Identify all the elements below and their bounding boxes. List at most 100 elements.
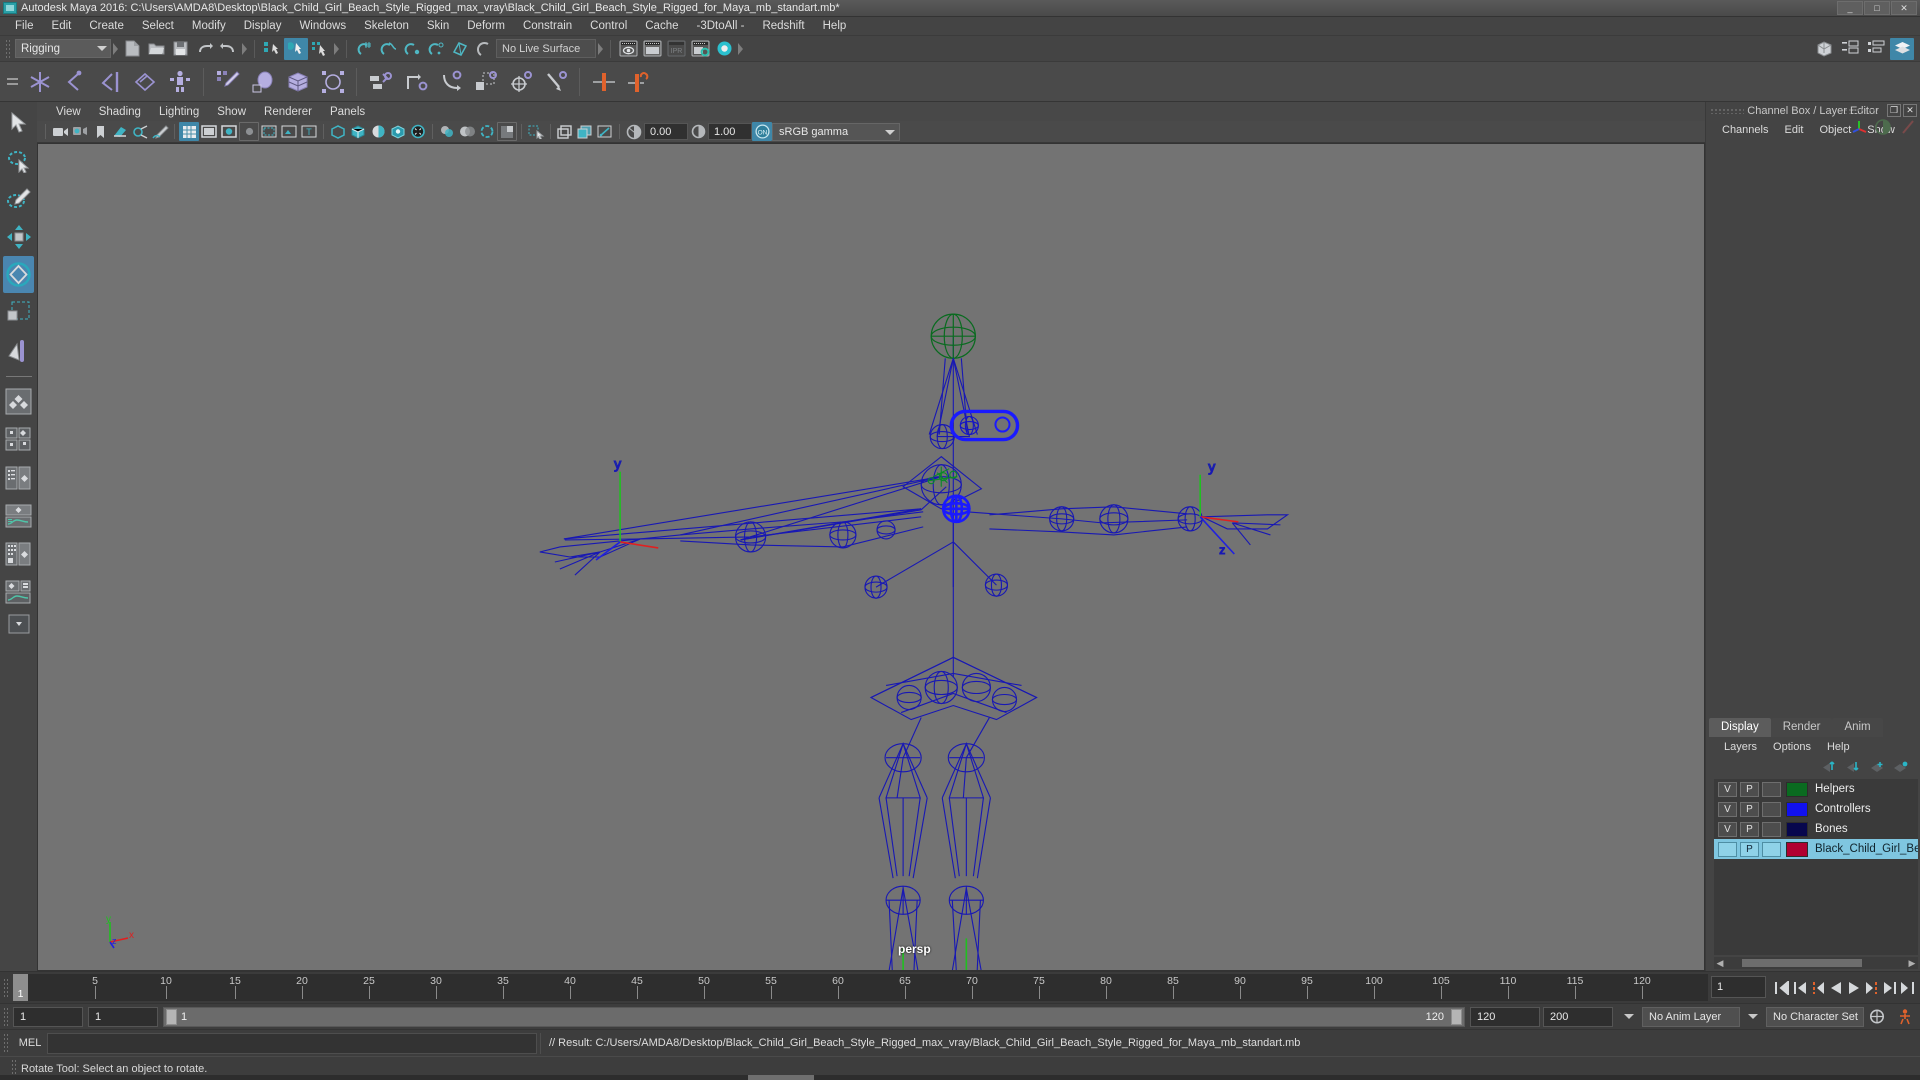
layer-display-type-toggle[interactable] <box>1762 821 1781 837</box>
create-new-layer-icon[interactable] <box>1869 761 1884 774</box>
create-joint-icon[interactable] <box>22 64 57 100</box>
aim-constraint-icon[interactable] <box>503 64 538 100</box>
layer-name[interactable]: Bones <box>1815 823 1848 835</box>
field-chart-icon[interactable] <box>259 122 279 141</box>
select-by-hierarchy-icon[interactable] <box>260 38 284 60</box>
xray-icon[interactable] <box>328 122 348 141</box>
layers-menu[interactable]: Layers <box>1716 741 1765 753</box>
xray-active-components-icon[interactable] <box>368 122 388 141</box>
play-backwards-icon[interactable] <box>1827 977 1844 999</box>
film-gate-icon[interactable] <box>199 122 219 141</box>
layout-four-view[interactable] <box>3 421 34 458</box>
select-by-object-type-icon[interactable] <box>284 37 308 60</box>
shadows-icon[interactable] <box>437 122 457 141</box>
layer-visibility-toggle[interactable]: V <box>1718 781 1737 797</box>
viewport-menu-renderer[interactable]: Renderer <box>255 106 321 118</box>
layer-color-swatch[interactable] <box>1786 821 1808 837</box>
create-layer-from-selected-ic[interactable] <box>1893 761 1908 774</box>
color-management-toggle-icon[interactable]: ON <box>752 122 772 141</box>
range-start-handle[interactable] <box>166 1008 177 1025</box>
scrollbar-thumb[interactable] <box>1742 959 1862 967</box>
redo-icon[interactable] <box>216 38 240 60</box>
move-tool[interactable] <box>3 218 34 255</box>
file-section-arrow[interactable] <box>240 39 249 59</box>
ik-spline-handle-icon[interactable] <box>92 64 127 100</box>
minimize-button[interactable]: _ <box>1837 1 1863 15</box>
snap-to-curve-icon[interactable] <box>376 38 400 60</box>
paint-select-tool[interactable] <box>3 180 34 217</box>
image-plane-icon[interactable] <box>110 122 130 141</box>
chevron-down-icon[interactable] <box>1624 1014 1634 1019</box>
tab-display[interactable]: Display <box>1709 718 1771 737</box>
layer-name[interactable]: Helpers <box>1815 783 1855 795</box>
color-management-selector[interactable]: sRGB gamma <box>772 122 900 141</box>
main-menu-bar[interactable]: File Edit Create Select Modify Display W… <box>0 17 1920 36</box>
panel-window-controls[interactable]: ❐ ✕ <box>1887 104 1917 117</box>
point-constraint-icon[interactable] <box>398 64 433 100</box>
scale-constraint-icon[interactable] <box>468 64 503 100</box>
layer-row-helpers[interactable]: V P Helpers <box>1714 779 1918 799</box>
select-by-component-type-icon[interactable] <box>308 38 332 60</box>
save-scene-icon[interactable] <box>168 38 192 60</box>
layer-color-swatch[interactable] <box>1786 801 1808 817</box>
close-button[interactable]: ✕ <box>1891 1 1917 15</box>
render-section-arrow[interactable] <box>736 39 745 59</box>
orient-constraint-icon[interactable] <box>433 64 468 100</box>
interactive-bind-skin-icon[interactable] <box>245 64 280 100</box>
snap-section-arrow[interactable] <box>596 39 605 59</box>
gate-mask-icon[interactable] <box>239 122 259 141</box>
layout-persp-graph-outliner[interactable] <box>3 573 34 610</box>
step-forward-frame-icon[interactable] <box>1863 977 1880 999</box>
taskbar-app-button[interactable] <box>748 1075 814 1080</box>
lattice-deformer-icon[interactable] <box>315 64 350 100</box>
exposure-icon[interactable] <box>624 122 644 141</box>
layer-row-black-child-girl-beach[interactable]: P Black_Child_Girl_Beach <box>1714 839 1918 859</box>
parent-constraint-icon[interactable] <box>363 64 398 100</box>
render-current-frame-icon[interactable] <box>616 38 640 60</box>
layer-row-bones[interactable]: V P Bones <box>1714 819 1918 839</box>
show-hide-attribute-editor-icon[interactable] <box>1838 38 1862 60</box>
range-slider-grip[interactable] <box>3 1006 10 1027</box>
last-tool-used[interactable] <box>3 332 34 369</box>
scale-tool[interactable] <box>3 294 34 331</box>
options-menu[interactable]: Options <box>1765 741 1819 753</box>
menu-file[interactable]: File <box>6 17 43 36</box>
gamma-icon[interactable] <box>688 122 708 141</box>
layout-hypershade-persp[interactable] <box>3 535 34 572</box>
scroll-right-arrow[interactable]: ▶ <box>1906 958 1918 968</box>
go-to-start-icon[interactable] <box>1773 977 1790 999</box>
layer-color-swatch[interactable] <box>1786 841 1808 857</box>
undo-icon[interactable] <box>192 38 216 60</box>
hypershade-icon[interactable] <box>712 38 736 60</box>
window-controls[interactable]: _ □ ✕ <box>1837 1 1920 15</box>
status-line-grip[interactable] <box>5 38 12 59</box>
grid-toggle-icon[interactable] <box>179 122 199 141</box>
texture-filter-icon[interactable] <box>595 122 615 141</box>
snap-to-point-icon[interactable] <box>400 38 424 60</box>
chevron-down-icon[interactable] <box>1748 1014 1758 1019</box>
viewport-menu-panels[interactable]: Panels <box>321 106 374 118</box>
maximize-button[interactable]: □ <box>1864 1 1890 15</box>
insert-joint-icon[interactable] <box>127 64 162 100</box>
layer-playback-toggle[interactable]: P <box>1740 841 1759 857</box>
snap-to-projected-center-icon[interactable] <box>424 38 448 60</box>
channelbox-menu-channels[interactable]: Channels <box>1714 124 1776 136</box>
layer-editor-tabs[interactable]: Display Render Anim <box>1706 716 1920 737</box>
help-menu[interactable]: Help <box>1819 741 1858 753</box>
command-language-label[interactable]: MEL <box>13 1037 47 1049</box>
resolution-gate-icon[interactable] <box>219 122 239 141</box>
tab-render[interactable]: Render <box>1770 718 1833 737</box>
layer-visibility-toggle[interactable] <box>1718 841 1737 857</box>
layer-name[interactable]: Controllers <box>1815 803 1871 815</box>
set-key-icon[interactable] <box>586 64 621 100</box>
use-all-lights-icon[interactable] <box>408 122 428 141</box>
select-camera-icon[interactable] <box>50 122 70 141</box>
menu-3dtoall[interactable]: -3DtoAll - <box>688 17 754 36</box>
ipr-render-icon[interactable]: IPR <box>664 38 688 60</box>
animation-start-time-field[interactable]: 1 <box>13 1006 83 1027</box>
paint-skin-weights-icon[interactable] <box>210 64 245 100</box>
auto-keyframe-icon[interactable] <box>1864 1006 1890 1028</box>
tool-settings-icon[interactable] <box>1898 118 1916 136</box>
safe-action-icon[interactable] <box>279 122 299 141</box>
viewport-menu-show[interactable]: Show <box>208 106 255 118</box>
